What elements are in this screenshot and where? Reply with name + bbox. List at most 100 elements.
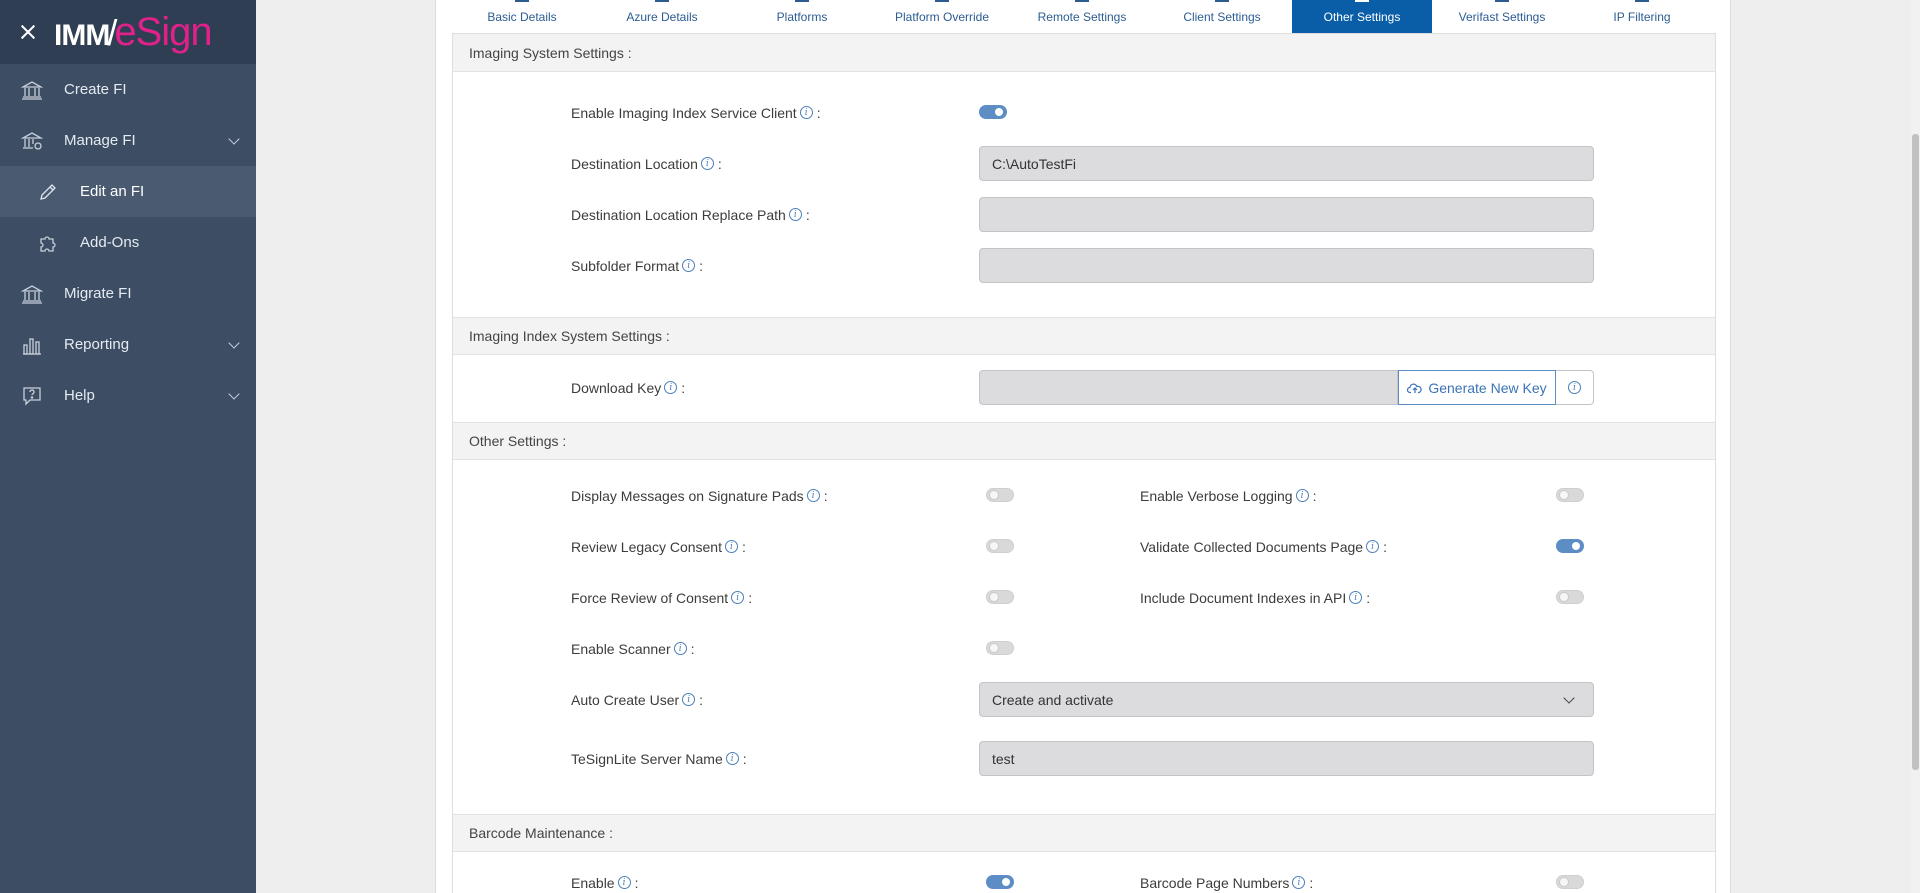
sidebar-item-label: Migrate FI: [64, 285, 132, 302]
sidebar-item-help[interactable]: Help: [0, 370, 256, 421]
enable-scanner-toggle[interactable]: [986, 641, 1014, 655]
tab-platforms[interactable]: Platforms: [732, 0, 872, 33]
setting-row: Enable Imaging Index Service Client i:: [453, 87, 1715, 138]
legacy-consent-toggle[interactable]: [986, 539, 1014, 553]
barcode-page-numbers-toggle[interactable]: [1556, 875, 1584, 889]
label-colon: :: [742, 750, 747, 767]
destination-location-input[interactable]: C:\AutoTestFi: [979, 146, 1594, 181]
generate-new-key-button[interactable]: Generate New Key: [1398, 370, 1556, 405]
label-colon: :: [1383, 538, 1387, 555]
subfolder-format-input[interactable]: [979, 248, 1594, 283]
bank-gear-icon: [20, 129, 44, 153]
sidebar-item-manage-fi[interactable]: Manage FI: [0, 115, 256, 166]
label-colon: :: [717, 155, 722, 172]
tab-basic-details[interactable]: Basic Details: [452, 0, 592, 33]
tab-platform-override[interactable]: Platform Override: [872, 0, 1012, 33]
force-review-toggle[interactable]: [986, 590, 1014, 604]
info-icon[interactable]: i: [1292, 876, 1306, 889]
info-icon[interactable]: i: [682, 693, 696, 706]
key-info-button[interactable]: i: [1556, 370, 1594, 405]
info-icon[interactable]: i: [725, 752, 739, 765]
info-icon[interactable]: i: [664, 381, 678, 394]
tab-client-settings[interactable]: Client Settings: [1152, 0, 1292, 33]
label-text: Destination Location Replace Path: [571, 206, 786, 223]
field-label: Enable i:: [571, 857, 638, 893]
info-icon[interactable]: i: [806, 489, 820, 502]
index-section: Download Key i: Generate New Key i: [453, 355, 1715, 422]
info-icon[interactable]: i: [724, 540, 738, 553]
label-colon: :: [741, 538, 746, 555]
download-key-input[interactable]: [979, 370, 1398, 405]
tab-verifast-settings[interactable]: Verifast Settings: [1432, 0, 1572, 33]
info-icon[interactable]: i: [1349, 591, 1363, 604]
tab-remote-settings[interactable]: Remote Settings: [1012, 0, 1152, 33]
tab-other-settings[interactable]: Other Settings: [1292, 0, 1432, 33]
label-text: Destination Location: [571, 155, 698, 172]
field-label: Display Messages on Signature Pads i:: [571, 470, 828, 521]
info-icon[interactable]: i: [1366, 540, 1380, 553]
label-colon: :: [699, 691, 704, 708]
info-icon[interactable]: i: [617, 876, 631, 889]
label-colon: :: [1366, 589, 1371, 606]
field-label: Force Review of Consent i:: [571, 572, 752, 623]
close-icon[interactable]: [18, 22, 38, 42]
label-text: Enable Verbose Logging: [1140, 487, 1293, 504]
sidebar-item-create-fi[interactable]: Create FI: [0, 64, 256, 115]
setting-row: Force Review of Consent i: Include Docume…: [453, 572, 1715, 623]
label-colon: :: [1312, 487, 1317, 504]
auto-create-user-select[interactable]: Create and activate: [979, 682, 1594, 717]
sidebar-item-migrate-fi[interactable]: Migrate FI: [0, 268, 256, 319]
field-label: Enable Scanner i:: [571, 623, 695, 674]
tab-label: Azure Details: [626, 10, 698, 24]
sidebar-item-edit-fi[interactable]: Edit an FI: [0, 166, 256, 217]
tab-ip-filtering[interactable]: IP Filtering: [1572, 0, 1712, 33]
help-icon: [20, 384, 44, 408]
info-icon[interactable]: i: [731, 591, 745, 604]
setting-row: Download Key i: Generate New Key i: [453, 362, 1715, 413]
sidebar-item-reporting[interactable]: Reporting: [0, 319, 256, 370]
label-colon: :: [823, 487, 828, 504]
label-text: Barcode Page Numbers: [1140, 874, 1290, 891]
info-icon[interactable]: i: [682, 259, 696, 272]
chevron-down-icon: [228, 133, 240, 145]
section-title: Barcode Maintenance :: [453, 814, 1715, 852]
imaging-section: Enable Imaging Index Service Client i: De…: [453, 72, 1715, 317]
tab-label: Other Settings: [1323, 10, 1401, 24]
tab-icon: [515, 0, 529, 2]
verbose-logging-toggle[interactable]: [1556, 488, 1584, 502]
chevron-down-icon: [228, 388, 240, 400]
validate-documents-toggle[interactable]: [1556, 539, 1584, 553]
info-icon[interactable]: i: [1295, 489, 1309, 502]
label-text: Enable Imaging Index Service Client: [571, 104, 797, 121]
document-indexes-toggle[interactable]: [1556, 590, 1584, 604]
tab-icon: [1355, 0, 1369, 2]
tab-label: Remote Settings: [1037, 10, 1127, 24]
tesignlite-server-input[interactable]: test: [979, 741, 1594, 776]
display-messages-toggle[interactable]: [986, 488, 1014, 502]
enable-imaging-toggle[interactable]: [979, 105, 1007, 119]
info-icon[interactable]: i: [700, 157, 714, 170]
info-icon[interactable]: i: [799, 106, 813, 119]
info-icon: i: [1568, 381, 1581, 394]
logo: IMM / eSign: [54, 10, 213, 55]
replace-path-input[interactable]: [979, 197, 1594, 232]
tab-icon: [795, 0, 809, 2]
info-icon[interactable]: i: [788, 208, 802, 221]
chevron-down-icon: [228, 337, 240, 349]
tab-label: Basic Details: [487, 10, 557, 24]
sidebar-item-add-ons[interactable]: Add-Ons: [0, 217, 256, 268]
barcode-enable-toggle[interactable]: [986, 875, 1014, 889]
scrollbar-thumb[interactable]: [1912, 134, 1919, 770]
label-text: Display Messages on Signature Pads: [571, 487, 804, 504]
barcode-section: Enable i: Barcode Page Numbers i:: [453, 852, 1715, 893]
info-icon[interactable]: i: [673, 642, 687, 655]
main-area: Basic Details Azure Details Platforms Pl…: [256, 0, 1920, 893]
field-label: Review Legacy Consent i:: [571, 521, 746, 572]
label-text: Auto Create User: [571, 691, 680, 708]
select-value: Create and activate: [992, 691, 1114, 708]
tab-label: Platforms: [776, 10, 828, 24]
setting-row: TeSignLite Server Name i: test: [453, 725, 1715, 784]
field-label: Include Document Indexes in API i:: [1140, 572, 1370, 623]
scrollbar[interactable]: [1911, 0, 1920, 893]
tab-azure-details[interactable]: Azure Details: [592, 0, 732, 33]
